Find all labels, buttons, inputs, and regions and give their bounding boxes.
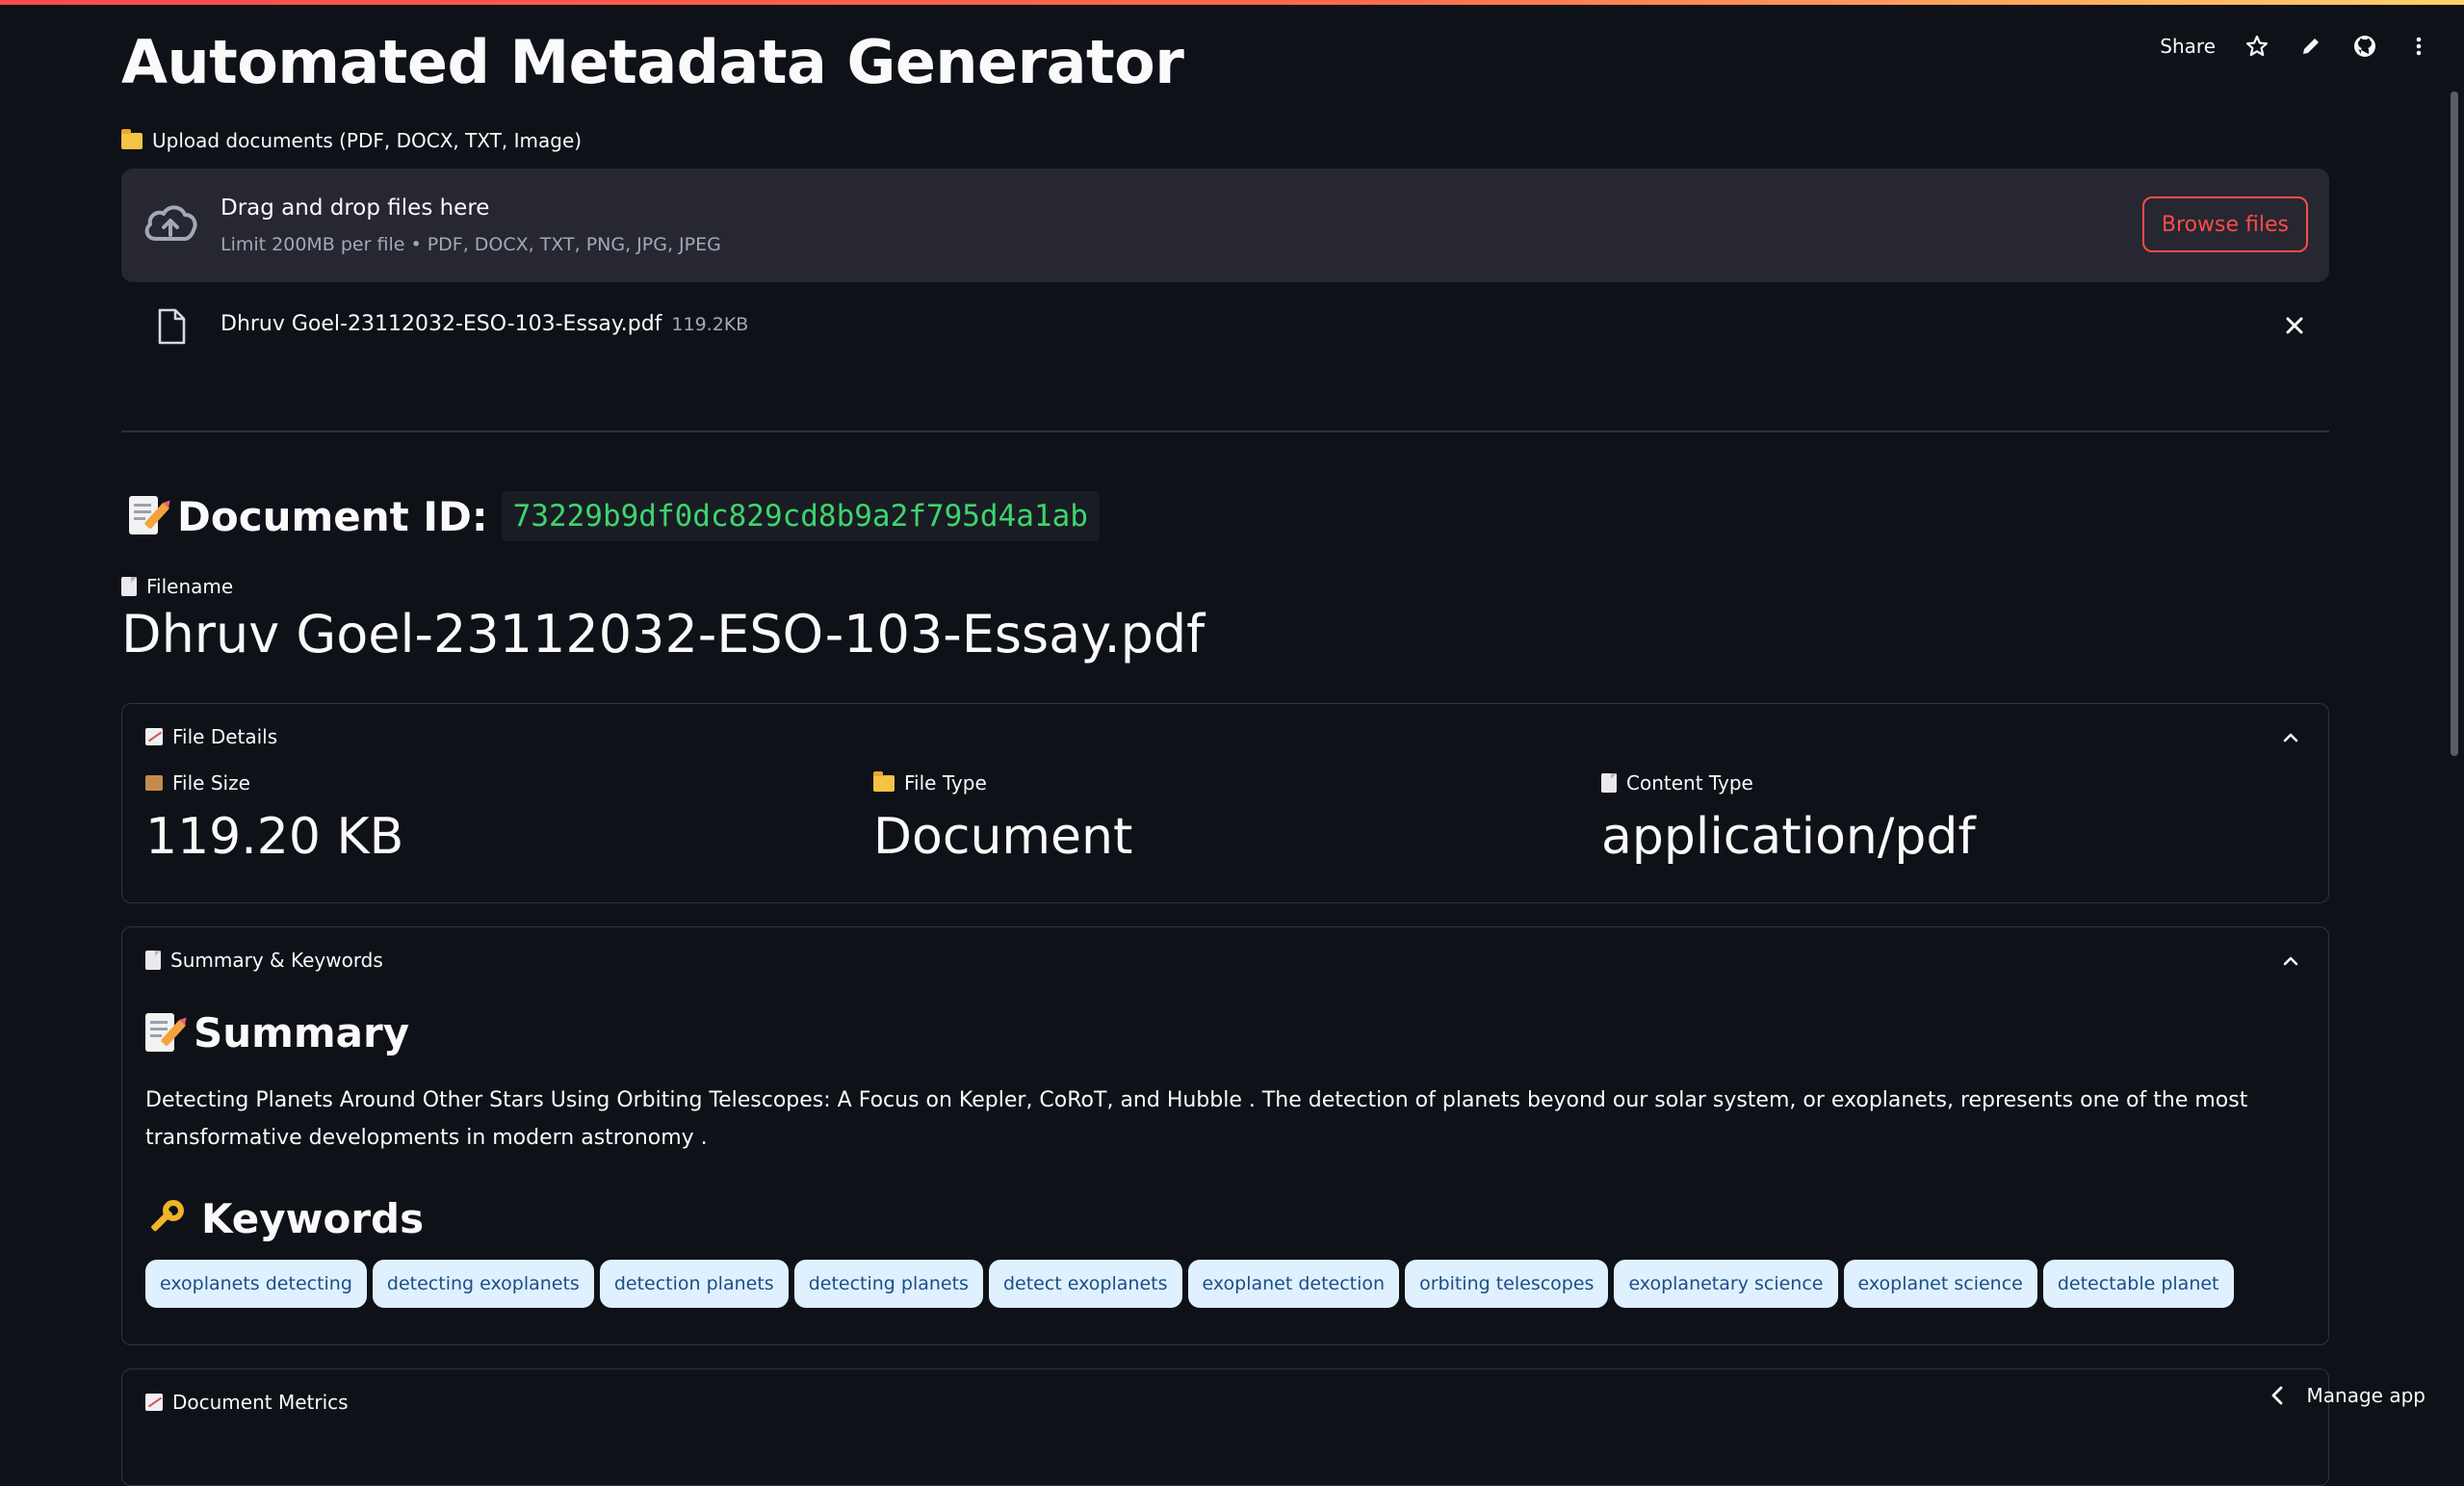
uploader-label-text: Upload documents (PDF, DOCX, TXT, Image) [152, 129, 583, 152]
dropzone-hint: Limit 200MB per file • PDF, DOCX, TXT, P… [220, 234, 721, 255]
metric-file-size: File Size 119.20 KB [145, 771, 403, 866]
metric-value: Document [873, 808, 1133, 866]
filename-value: Dhruv Goel-23112032-ESO-103-Essay.pdf [121, 604, 1206, 665]
metric-value: application/pdf [1601, 808, 1976, 866]
page-scrollbar[interactable] [2451, 91, 2458, 756]
star-icon[interactable] [2244, 29, 2269, 64]
uploaded-file-info: Dhruv Goel-23112032-ESO-103-Essay.pdf 119… [220, 312, 748, 336]
file-dropzone[interactable]: Drag and drop files here Limit 200MB per… [121, 169, 2329, 282]
keyword-chip[interactable]: detecting exoplanets [372, 1260, 594, 1308]
page-icon [145, 951, 161, 970]
folder-icon [873, 770, 895, 792]
document-id-label: Document ID: [177, 492, 488, 540]
package-icon [145, 775, 163, 791]
github-icon[interactable] [2352, 29, 2377, 64]
document-metrics-header[interactable]: Document Metrics [145, 1391, 349, 1414]
metric-file-type: File Type Document [873, 770, 1133, 866]
keywords-heading: Keywords [145, 1195, 424, 1242]
keyword-chip[interactable]: exoplanets detecting [145, 1260, 367, 1308]
folder-icon [121, 128, 143, 149]
summary-heading: Summary [145, 1009, 409, 1056]
uploader-label: Upload documents (PDF, DOCX, TXT, Image) [121, 128, 583, 152]
chevron-up-icon[interactable] [2280, 729, 2301, 746]
manage-app-label: Manage app [2306, 1384, 2425, 1407]
uploaded-file-row: Dhruv Goel-23112032-ESO-103-Essay.pdf 119… [121, 300, 2329, 354]
metric-content-type: Content Type application/pdf [1601, 771, 1976, 866]
memo-icon [145, 1012, 187, 1054]
receipt-icon [1601, 773, 1617, 793]
page-icon [121, 577, 137, 596]
keyword-chip[interactable]: exoplanet detection [1187, 1260, 1400, 1308]
divider [121, 430, 2329, 432]
filename-label-text: Filename [146, 575, 234, 598]
metric-label: File Type [904, 771, 987, 795]
keyword-chip[interactable]: detection planets [599, 1260, 789, 1308]
top-accent-bar [0, 0, 2464, 5]
uploaded-file-name: Dhruv Goel-23112032-ESO-103-Essay.pdf [220, 312, 662, 336]
summary-keywords-expander: Summary & Keywords Summary Detecting Pla… [121, 926, 2329, 1345]
keyword-chip[interactable]: detectable planet [2042, 1260, 2234, 1308]
file-details-header[interactable]: File Details [145, 725, 277, 748]
file-details-title: File Details [172, 725, 278, 748]
summary-heading-text: Summary [194, 1009, 410, 1056]
metric-label: File Size [172, 771, 250, 795]
keyword-chip[interactable]: exoplanetary science [1614, 1260, 1838, 1308]
chevron-up-icon[interactable] [2280, 952, 2301, 970]
metric-value: 119.20 KB [145, 808, 404, 866]
keyword-chip[interactable]: exoplanet science [1843, 1260, 2037, 1308]
cloud-upload-icon [144, 205, 197, 241]
memo-icon [129, 496, 170, 536]
share-button[interactable]: Share [2160, 29, 2216, 64]
more-vertical-icon[interactable] [2406, 29, 2431, 64]
chart-icon [145, 1394, 163, 1411]
keywords-heading-text: Keywords [201, 1195, 425, 1242]
keyword-chip[interactable]: detect exoplanets [988, 1260, 1182, 1308]
dropzone-title: Drag and drop files here [220, 196, 490, 221]
document-id-value: 73229b9df0dc829cd8b9a2f795d4a1ab [501, 491, 1100, 541]
keyword-chips: exoplanets detecting detecting exoplanet… [145, 1260, 2234, 1308]
metric-label: Content Type [1626, 771, 1753, 795]
close-icon[interactable] [2281, 312, 2308, 339]
document-id-heading: Document ID: 73229b9df0dc829cd8b9a2f795d… [129, 491, 1100, 541]
key-icon [145, 1199, 188, 1238]
pencil-icon[interactable] [2298, 29, 2323, 64]
summary-keywords-header[interactable]: Summary & Keywords [145, 949, 383, 972]
document-metrics-title: Document Metrics [172, 1391, 349, 1414]
app-toolbar: Share [2160, 29, 2431, 64]
file-icon [158, 308, 186, 345]
document-metrics-expander: Document Metrics [121, 1369, 2329, 1486]
uploaded-file-size: 119.2KB [671, 314, 749, 335]
summary-keywords-title: Summary & Keywords [170, 949, 383, 972]
filename-label: Filename [121, 575, 233, 598]
chart-icon [145, 728, 163, 745]
keyword-chip[interactable]: orbiting telescopes [1405, 1260, 1609, 1308]
summary-text: Detecting Planets Around Other Stars Usi… [145, 1088, 2248, 1150]
chevron-left-icon [2271, 1386, 2282, 1405]
file-details-expander: File Details File Size 119.20 KB File Ty… [121, 703, 2329, 903]
manage-app-button[interactable]: Manage app [2270, 1384, 2425, 1407]
app-title: Automated Metadata Generator [121, 27, 1184, 97]
browse-files-button[interactable]: Browse files [2141, 196, 2308, 252]
keyword-chip[interactable]: detecting planets [793, 1260, 983, 1308]
